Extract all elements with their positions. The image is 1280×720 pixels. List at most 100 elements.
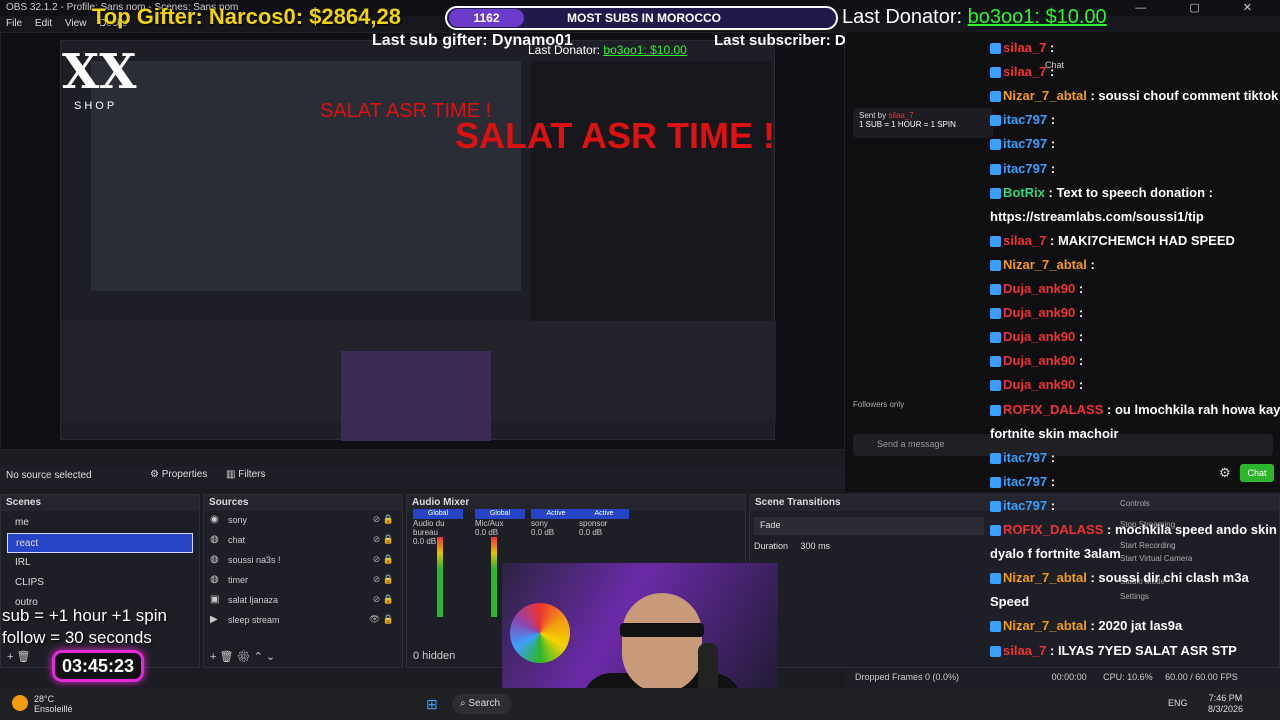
visibility-lock-icons[interactable]: ⊘ 🔒 (373, 514, 394, 525)
logo-text: SHOP (74, 100, 118, 112)
chat-message: silaa_7 : ILYAS 7YED SALAT ASR STP (990, 643, 1237, 658)
scene-item[interactable]: me (7, 513, 193, 533)
clock-date: 8/3/2026 (1208, 704, 1244, 714)
chat-text: : (1078, 329, 1084, 345)
visibility-lock-icons[interactable]: 👁 🔒 (369, 614, 394, 625)
chat-username[interactable]: itac797 (1003, 474, 1047, 489)
filter-icon: ▥ (226, 469, 239, 480)
chat-message: Nizar_7_abtal : 2020 jat las9a (990, 618, 1182, 633)
scene-item-selected[interactable]: react (7, 533, 193, 553)
chat-username[interactable]: Duja_ank90 (1003, 353, 1075, 368)
scene-item[interactable]: IRL (7, 553, 193, 573)
weather-widget[interactable]: 28°C Ensoleillé (34, 694, 73, 714)
visibility-lock-icons[interactable]: ⊘ 🔒 (373, 534, 394, 545)
source-item[interactable]: ▶ sleep stream 👁 🔒 (204, 611, 402, 631)
move-down-icon[interactable]: ⌄ (266, 651, 275, 663)
pinned-message: Sent by silaa_7 1 SUB = 1 HOUR = 1 SPIN (853, 108, 993, 138)
chat-username[interactable]: Nizar_7_abtal (1003, 570, 1087, 585)
trash-icon[interactable]: 🗑 (220, 651, 234, 663)
source-label: sleep stream (228, 615, 280, 625)
chat-text: : (1050, 160, 1056, 176)
window-controls[interactable]: — ▢ ✕ (1135, 1, 1272, 14)
chat-username[interactable]: ROFIX_DALASS (1003, 522, 1103, 537)
clock[interactable]: 7:46 PM 8/3/2026 (1208, 693, 1243, 715)
chat-username[interactable]: itac797 (1003, 136, 1047, 151)
chat-username[interactable]: Nizar_7_abtal (1003, 88, 1087, 103)
browser-icon: ◍ (210, 574, 219, 585)
chat-username[interactable]: Duja_ank90 (1003, 329, 1075, 344)
chat-message: ROFIX_DALASS : mochkila speed ando skin (990, 522, 1277, 537)
chat-username[interactable]: silaa_7 (1003, 40, 1046, 55)
last-donator-small-value: bo3oo1: $10.00 (603, 43, 687, 57)
user-badge-icon (990, 380, 1001, 392)
channel-name: sponsor (579, 519, 608, 528)
chat-username[interactable]: Nizar_7_abtal (1003, 618, 1087, 633)
chat-message: Duja_ank90 : (990, 329, 1083, 344)
chat-username[interactable]: silaa_7 (1003, 643, 1046, 658)
source-toolbar: No source selected ⚙ Properties ▥ Filter… (0, 466, 845, 488)
chat-username[interactable]: itac797 (1003, 450, 1047, 465)
chat-message: Duja_ank90 : (990, 353, 1083, 368)
menu-edit[interactable]: Edit (35, 18, 52, 29)
gear-icon[interactable]: ⚙ (237, 651, 251, 663)
subs-goal-label: MOST SUBS IN MOROCCO (567, 11, 722, 25)
move-up-icon[interactable]: ⌃ (254, 651, 263, 663)
chat-username[interactable]: silaa_7 (1003, 233, 1046, 248)
visibility-lock-icons[interactable]: ⊘ 🔒 (373, 594, 394, 605)
pinned-text: 1 SUB = 1 HOUR = 1 SPIN (859, 120, 956, 129)
chat-username[interactable]: Duja_ank90 (1003, 281, 1075, 296)
chat-settings-gear-icon[interactable]: ⚙ (1219, 465, 1231, 481)
visibility-lock-icons[interactable]: ⊘ 🔒 (373, 574, 394, 585)
top-gifter-text: Top Gifter: Narcos0: $2864,28 (92, 4, 401, 29)
chat-message: silaa_7 : MAKI7CHEMCH HAD SPEED (990, 233, 1235, 248)
source-item[interactable]: ◍ soussi na3s ! ⊘ 🔒 (204, 551, 402, 571)
add-icon[interactable]: + (7, 651, 13, 663)
clock-time: 7:46 PM (1208, 693, 1243, 703)
menu-file[interactable]: File (6, 18, 22, 29)
chat-username[interactable]: Duja_ank90 (1003, 305, 1075, 320)
visibility-lock-icons[interactable]: ⊘ 🔒 (373, 554, 394, 565)
chat-username[interactable]: Duja_ank90 (1003, 377, 1075, 392)
chat-username[interactable]: itac797 (1003, 161, 1047, 176)
start-virtual-camera-button[interactable]: Start Virtual Camera (1120, 554, 1192, 563)
chat-username[interactable]: BotRix (1003, 185, 1045, 200)
settings-button[interactable]: Settings (1120, 592, 1192, 601)
channel-db: 0.0 dB (579, 528, 603, 537)
gear-icon: ⚙ (150, 469, 162, 480)
user-badge-icon (990, 525, 1001, 537)
start-recording-button[interactable]: Start Recording (1120, 541, 1192, 550)
chat-text: : (1078, 281, 1084, 296)
chat-message: ROFIX_DALASS : ou lmochkila rah howa kay… (990, 402, 1280, 417)
chat-username[interactable]: itac797 (1003, 112, 1047, 127)
controls-panel: Controls Stop Streaming Start Recording … (1120, 499, 1192, 601)
scene-item[interactable]: CLIPS (7, 573, 193, 593)
chat-send-button[interactable]: Chat (1240, 464, 1274, 482)
user-badge-icon (990, 67, 1001, 79)
source-item[interactable]: ◍ timer ⊘ 🔒 (204, 571, 402, 591)
source-item[interactable]: ◍ chat ⊘ 🔒 (204, 531, 402, 551)
menu-view[interactable]: View (65, 18, 87, 29)
trash-icon[interactable]: 🗑 (17, 651, 31, 663)
chat-text: : (1050, 497, 1056, 513)
chat-username[interactable]: itac797 (1003, 498, 1047, 513)
language-indicator[interactable]: ENG (1168, 698, 1188, 708)
chat-username[interactable]: ROFIX_DALASS (1003, 402, 1103, 417)
source-item[interactable]: ◉ sony ⊘ 🔒 (204, 511, 402, 531)
chat-text: fortnite skin machoir (990, 425, 1119, 441)
chat-text: : (1050, 473, 1056, 489)
taskbar-search[interactable]: ⌕ Search (452, 694, 512, 714)
fps-readout: 60.00 / 60.00 FPS (1165, 672, 1238, 682)
duration-input[interactable]: 300 ms (801, 541, 831, 551)
source-item[interactable]: ▣ salat ljanaza ⊘ 🔒 (204, 591, 402, 611)
chat-username[interactable]: silaa_7 (1003, 64, 1046, 79)
windows-start-icon[interactable]: ⊞ (426, 696, 438, 713)
brand-logo: XX SHOP (62, 44, 136, 116)
transition-select[interactable]: Fade (754, 517, 984, 535)
filters-button[interactable]: ▥ Filters (226, 469, 265, 480)
add-icon[interactable]: + (210, 651, 216, 663)
user-badge-icon (990, 356, 1001, 368)
chat-username[interactable]: Nizar_7_abtal (1003, 257, 1087, 272)
properties-button[interactable]: ⚙ Properties (150, 469, 207, 480)
mixer-channel: Active sponsor 0.0 dB (579, 509, 637, 537)
user-badge-icon (990, 91, 1001, 103)
